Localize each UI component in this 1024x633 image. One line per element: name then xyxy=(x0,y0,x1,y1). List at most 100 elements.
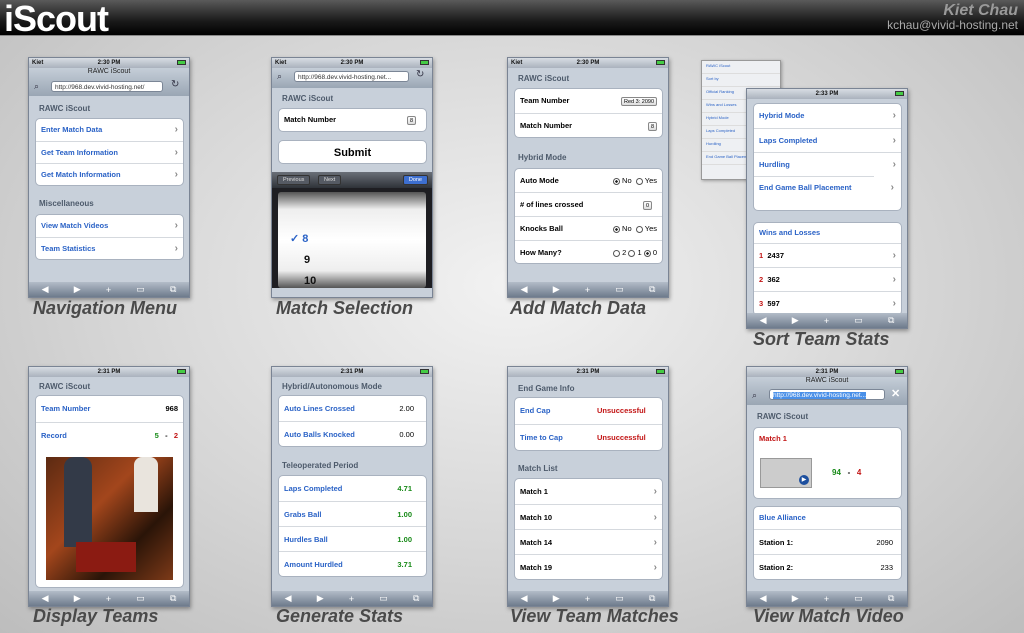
match-select[interactable]: 8 xyxy=(647,121,657,131)
menu-item-get-match-information[interactable]: Get Match Information › xyxy=(36,163,183,185)
list-item[interactable]: 3 597 › xyxy=(754,291,901,315)
sort-item-hurdling[interactable]: Hurdling › xyxy=(754,152,901,176)
bookmarks-icon[interactable]: ▭ xyxy=(615,593,624,604)
app-title: iScout xyxy=(4,0,109,39)
group-label: Match List xyxy=(518,464,558,473)
picker-option[interactable]: 10 xyxy=(304,275,316,287)
forward-icon[interactable]: ▶ xyxy=(553,284,560,295)
list-item[interactable]: Match 1 › xyxy=(515,479,662,504)
play-icon[interactable]: ▶ xyxy=(799,475,809,485)
search-icon[interactable]: ⌕ xyxy=(752,390,757,401)
previous-button[interactable]: Previous xyxy=(277,175,311,185)
bookmarks-icon[interactable]: ▭ xyxy=(854,315,863,326)
forward-icon[interactable]: ▶ xyxy=(317,593,324,604)
forward-icon[interactable]: ▶ xyxy=(74,284,81,295)
radio-0[interactable] xyxy=(643,249,651,257)
team-number-value: 968 xyxy=(165,404,178,413)
caption-view-team-matches: View Team Matches xyxy=(510,606,679,626)
reload-icon[interactable]: ↻ xyxy=(416,69,424,80)
radio-2[interactable] xyxy=(613,249,621,257)
list-item[interactable]: Match 19 › xyxy=(515,554,662,579)
author-email: kchau@vivid-hosting.net xyxy=(887,18,1018,32)
lines-select[interactable]: 0 xyxy=(642,200,652,210)
back-icon[interactable]: ◀ xyxy=(42,284,49,295)
back-icon[interactable]: ◀ xyxy=(521,284,528,295)
pages-icon[interactable]: ⧉ xyxy=(649,284,655,295)
menu-item-team-statistics[interactable]: Team Statistics › xyxy=(36,237,183,259)
bookmarks-icon[interactable]: ▭ xyxy=(136,284,145,295)
list-item[interactable]: Match 10 › xyxy=(515,504,662,529)
close-icon[interactable]: ✕ xyxy=(891,387,900,400)
radio-1[interactable] xyxy=(628,249,636,257)
pages-icon[interactable]: ⧉ xyxy=(413,593,419,604)
add-icon[interactable]: + xyxy=(585,285,590,295)
radio-no[interactable] xyxy=(612,177,620,185)
bookmarks-icon[interactable]: ▭ xyxy=(615,284,624,295)
next-button[interactable]: Next xyxy=(318,175,342,185)
sort-item-laps-completed[interactable]: Laps Completed › xyxy=(754,128,901,152)
browser-toolbar: ◀ ▶ + ▭ ⧉ xyxy=(508,282,668,297)
url-field[interactable]: http://968.dev.vivid-hosting.net/ xyxy=(51,81,163,92)
search-icon[interactable]: ⌕ xyxy=(277,71,282,82)
submit-button[interactable]: Submit xyxy=(278,140,427,164)
menu-item-get-team-information[interactable]: Get Team Information › xyxy=(36,141,183,163)
back-icon[interactable]: ◀ xyxy=(42,593,49,604)
pages-icon[interactable]: ⧉ xyxy=(888,593,894,604)
done-button[interactable]: Done xyxy=(402,175,428,185)
number-picker[interactable]: ✓ 8 9 10 xyxy=(272,188,432,288)
wins-value: 5 xyxy=(154,431,159,440)
chevron-right-icon: › xyxy=(174,124,178,135)
pages-icon[interactable]: ⧉ xyxy=(888,315,894,326)
forward-icon[interactable]: ▶ xyxy=(792,315,799,326)
url-field[interactable]: http://968.dev.vivid-hosting.net... xyxy=(294,71,409,82)
add-icon[interactable]: + xyxy=(824,316,829,326)
back-icon[interactable]: ◀ xyxy=(285,593,292,604)
radio-no[interactable] xyxy=(612,225,620,233)
sort-item-end-game-ball-placement[interactable]: End Game Ball Placement › xyxy=(754,176,894,210)
menu-item-enter-match-data[interactable]: Enter Match Data › xyxy=(36,119,183,141)
team-select[interactable]: Red 3: 2090 xyxy=(621,96,657,106)
browser-toolbar: ◀ ▶ + ▭ ⧉ xyxy=(747,313,907,328)
radio-yes[interactable] xyxy=(635,225,643,233)
browser-toolbar: ◀ ▶ + ▭ ⧉ xyxy=(747,591,907,606)
add-icon[interactable]: + xyxy=(349,594,354,604)
group-label: RAWC iScout xyxy=(282,94,334,103)
reload-icon[interactable]: ↻ xyxy=(171,79,179,90)
list-item[interactable]: 2 362 › xyxy=(754,267,901,291)
forward-icon[interactable]: ▶ xyxy=(792,593,799,604)
bookmarks-icon[interactable]: ▭ xyxy=(136,593,145,604)
alliance-card: Blue Alliance Station 1: 2090 Station 2: 2… xyxy=(753,506,902,580)
video-thumbnail[interactable]: ▶ xyxy=(760,458,812,488)
add-icon[interactable]: + xyxy=(106,285,111,295)
battery-icon xyxy=(656,60,665,65)
bookmarks-icon[interactable]: ▭ xyxy=(379,593,388,604)
add-icon[interactable]: + xyxy=(585,594,590,604)
list-item[interactable]: Match 14 › xyxy=(515,529,662,554)
list-item[interactable]: 1 2437 › xyxy=(754,243,901,267)
pages-icon[interactable]: ⧉ xyxy=(170,284,176,295)
chevron-right-icon: › xyxy=(174,220,178,231)
menu-item-view-match-videos[interactable]: View Match Videos › xyxy=(36,215,183,237)
bookmarks-icon[interactable]: ▭ xyxy=(854,593,863,604)
forward-icon[interactable]: ▶ xyxy=(553,593,560,604)
sort-item-hybrid-mode[interactable]: Hybrid Mode › xyxy=(754,104,901,128)
picker-option[interactable]: 9 xyxy=(304,254,310,266)
url-field[interactable]: http://968.dev.vivid-hosting.net... xyxy=(769,389,885,400)
back-icon[interactable]: ◀ xyxy=(521,593,528,604)
forward-icon[interactable]: ▶ xyxy=(74,593,81,604)
battery-icon xyxy=(895,369,904,374)
back-icon[interactable]: ◀ xyxy=(760,593,767,604)
picker-option-selected[interactable]: ✓ 8 xyxy=(290,232,308,245)
pages-icon[interactable]: ⧉ xyxy=(170,593,176,604)
group-label: RAWC iScout xyxy=(39,104,91,113)
pages-icon[interactable]: ⧉ xyxy=(649,593,655,604)
battery-icon xyxy=(420,60,429,65)
search-icon[interactable]: ⌕ xyxy=(34,81,39,92)
back-icon[interactable]: ◀ xyxy=(760,315,767,326)
match-number-select[interactable]: 8 xyxy=(406,115,416,125)
battery-icon xyxy=(895,91,904,96)
add-icon[interactable]: + xyxy=(106,594,111,604)
radio-yes[interactable] xyxy=(635,177,643,185)
add-icon[interactable]: + xyxy=(824,594,829,604)
chevron-right-icon: › xyxy=(892,110,896,121)
